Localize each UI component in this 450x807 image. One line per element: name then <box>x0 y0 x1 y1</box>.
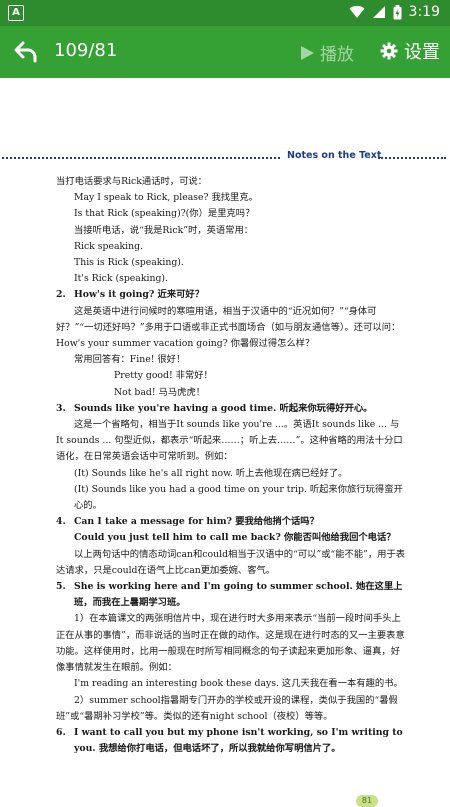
note-line: Is that Rick (speaking)?(你）是里克吗？ <box>74 208 255 220</box>
note-heading-text: She is working here and I'm going to sum… <box>74 581 403 609</box>
note-heading: 6. I want to call you but my phone isn't … <box>56 725 406 757</box>
wifi-icon <box>349 5 365 19</box>
status-bar: A 3:19 <box>0 0 450 26</box>
note-heading: 2. How's it going? 近来可好？ <box>56 287 406 303</box>
reader-toolbar: 109/81 播放 设置 <box>0 26 450 78</box>
note-heading: 3. Sounds like you're having a good time.… <box>56 401 406 417</box>
note-heading-text: Can I take a message for him? 要我给他捎个话吗？ <box>74 516 319 528</box>
header-dotted-rule <box>2 157 280 159</box>
note-line: 当接听电话，说“我是Rick”时，英语常用： <box>74 224 254 236</box>
note-line: It's Rick (speaking). <box>74 273 168 285</box>
note-heading-text: Could you just tell him to call me back?… <box>74 532 396 544</box>
battery-icon <box>393 4 402 19</box>
note-line: (It) Sounds like you had a good time on … <box>74 483 403 512</box>
note-heading-text: I want to call you but my phone isn't wo… <box>74 726 403 755</box>
play-label: 播放 <box>320 45 354 65</box>
notes-header-label: Notes on the Text <box>287 150 382 161</box>
note-line: 当打电话要求与Rick通话时，可说： <box>56 176 207 187</box>
note-line: 2）summer school指暑期专门开办的学校或开设的课程，类似于我国的“暑… <box>56 694 398 722</box>
play-button[interactable]: 播放 <box>298 40 354 65</box>
clock: 3:19 <box>408 4 440 20</box>
settings-label: 设置 <box>404 42 440 63</box>
note-heading-text: Sounds like you're having a good time. 听… <box>74 402 373 414</box>
back-arrow-icon[interactable] <box>12 38 40 66</box>
notes-header: Notes on the Text <box>0 150 450 165</box>
note-line: 常用回答有：Fine! 很好！ <box>74 354 186 366</box>
note-line: May I speak to Rick, please? 我找里克。 <box>74 192 258 204</box>
app-notification-icon: A <box>8 5 24 21</box>
header-dotted-rule-right <box>378 157 446 159</box>
play-icon <box>301 45 314 60</box>
page-number-badge: 81 <box>356 795 378 807</box>
note-line: (It) Sounds like he's all right now. 听上去… <box>74 467 348 479</box>
note-line: 这是英语中进行问候时的寒暄用语，相当于汉语中的“近况如何？”“身体可好？”“一切… <box>56 305 401 350</box>
note-number: 2. <box>56 289 66 301</box>
note-line: 1）在本篇课文的两张明信片中，现在进行时大多用来表示“当前一段时间手头上正在从事… <box>56 613 405 674</box>
note-heading-text: How's it going? 近来可好？ <box>74 289 205 301</box>
note-line: This is Rick (speaking). <box>74 257 184 269</box>
notes-content: 当打电话要求与Rick通话时，可说： May I speak to Rick, p… <box>56 174 406 757</box>
note-line: Pretty good! 非常好！ <box>114 370 213 382</box>
note-number: 3. <box>56 402 66 414</box>
note-heading: 4. Can I take a message for him? 要我给他捎个话吗… <box>56 514 406 530</box>
note-number: 4. <box>56 516 66 528</box>
note-line: Rick speaking. <box>74 240 144 252</box>
note-line: Not bad! 马马虎虎！ <box>114 386 206 398</box>
note-line: I'm reading an interesting book these da… <box>74 678 403 690</box>
note-number: 6. <box>56 726 66 738</box>
note-line: 这是一个省略句，相当于It sounds like you're ...。英语I… <box>56 419 403 463</box>
settings-button[interactable]: 设置 <box>380 38 440 64</box>
signal-icon <box>372 6 385 18</box>
book-page[interactable]: Notes on the Text 当打电话要求与Rick通话时，可说： May … <box>0 78 450 807</box>
note-heading: 5. She is working here and I'm going to s… <box>56 579 406 611</box>
status-bar-right: 3:19 <box>349 4 440 20</box>
gear-icon <box>380 42 398 60</box>
page-counter: 109/81 <box>54 40 118 61</box>
note-line: 以上两句话中的情态动词can和could相当于汉语中的“可以”或“能不能”，用于… <box>56 548 406 576</box>
note-number: 5. <box>56 581 66 593</box>
